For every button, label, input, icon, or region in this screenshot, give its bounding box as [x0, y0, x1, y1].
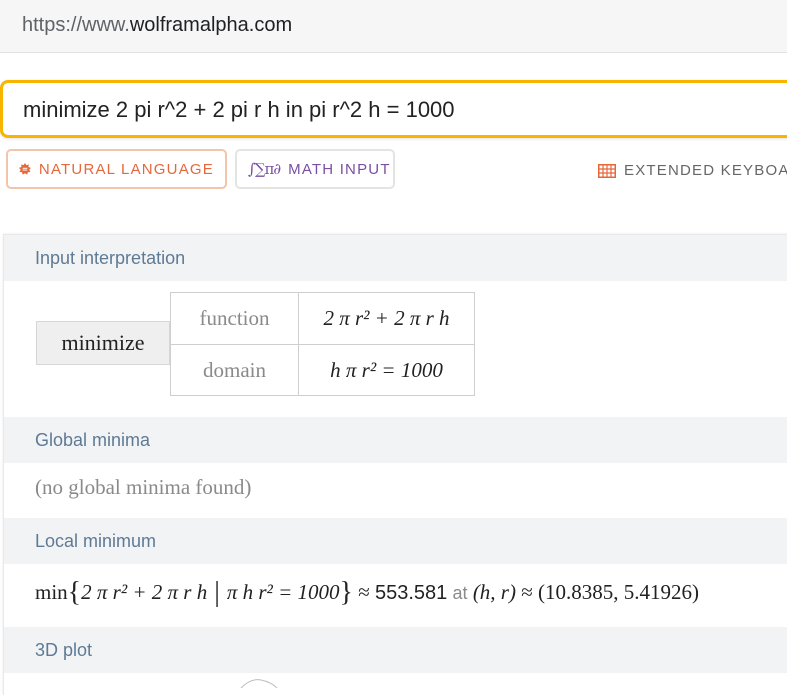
- input-interpretation-header: Input interpretation: [4, 235, 787, 281]
- plot-image: [240, 679, 278, 688]
- row-label-function: function: [171, 293, 299, 344]
- math-input-button[interactable]: ∫∑π∂ MATH INPUT: [235, 149, 395, 189]
- natural-language-label: NATURAL LANGUAGE: [38, 160, 214, 178]
- row-label-domain: domain: [171, 345, 299, 396]
- domain-expression: h π r² = 1000: [330, 358, 443, 382]
- results-panel: Input interpretation minimize function 2…: [3, 234, 787, 695]
- table-row-domain: domain h π r² = 1000: [171, 345, 474, 396]
- math-input-label: MATH INPUT: [288, 160, 391, 178]
- min-label: min: [35, 580, 68, 604]
- math-input-icon: ∫∑π∂: [248, 160, 281, 178]
- approx-symbol: ≈: [358, 580, 370, 604]
- url-prefix: https://www.: [22, 14, 130, 36]
- minimum-point: (10.8385, 5.41926): [538, 580, 700, 604]
- global-minima-header: Global minima: [4, 417, 787, 463]
- query-input[interactable]: minimize 2 pi r^2 + 2 pi r h in pi r^2 h…: [0, 80, 787, 138]
- extended-keyboard-button[interactable]: EXTENDED KEYBOAR: [598, 162, 787, 179]
- at-label: at: [452, 583, 468, 603]
- url-text[interactable]: https://www.wolframalpha.com: [22, 14, 292, 37]
- row-value-function: 2 π r² + 2 π r h: [299, 293, 474, 344]
- natural-language-button[interactable]: NATURAL LANGUAGE: [6, 149, 227, 189]
- global-minima-result: (no global minima found): [35, 475, 252, 499]
- approx-symbol-2: ≈: [521, 580, 533, 604]
- natural-language-icon: [19, 163, 31, 175]
- address-bar[interactable]: https://www.wolframalpha.com: [0, 0, 787, 53]
- keyboard-icon: [598, 163, 616, 178]
- plot-header: 3D plot: [4, 627, 787, 673]
- open-brace: {: [67, 577, 82, 608]
- minimum-value: 553.581: [375, 582, 448, 604]
- variable-tuple: (h, r): [472, 580, 516, 604]
- interpretation-table: function 2 π r² + 2 π r h domain h π r² …: [170, 292, 475, 396]
- local-minimum-header: Local minimum: [4, 518, 787, 564]
- function-expression: 2 π r² + 2 π r h: [323, 306, 450, 330]
- pod-title-global-minima: Global minima: [35, 430, 151, 450]
- constraint-expression: π h r² = 1000: [226, 580, 340, 604]
- extended-keyboard-label: EXTENDED KEYBOAR: [624, 162, 787, 179]
- row-value-domain: h π r² = 1000: [299, 345, 474, 396]
- objective-expression: 2 π r² + 2 π r h: [81, 580, 208, 604]
- pod-title-3d-plot: 3D plot: [35, 640, 93, 660]
- pod-title-input-interpretation: Input interpretation: [35, 248, 186, 268]
- url-domain: wolframalpha.com: [129, 14, 293, 36]
- table-row-function: function 2 π r² + 2 π r h: [171, 293, 474, 345]
- query-text[interactable]: minimize 2 pi r^2 + 2 pi r h in pi r^2 h…: [23, 97, 455, 123]
- operation-cell: minimize: [36, 321, 170, 365]
- close-brace: }: [339, 577, 353, 608]
- separator-bar: |: [207, 577, 227, 608]
- pod-title-local-minimum: Local minimum: [35, 531, 157, 551]
- local-minimum-result: min{2 π r² + 2 π r h | π h r² = 1000} ≈ …: [35, 575, 700, 608]
